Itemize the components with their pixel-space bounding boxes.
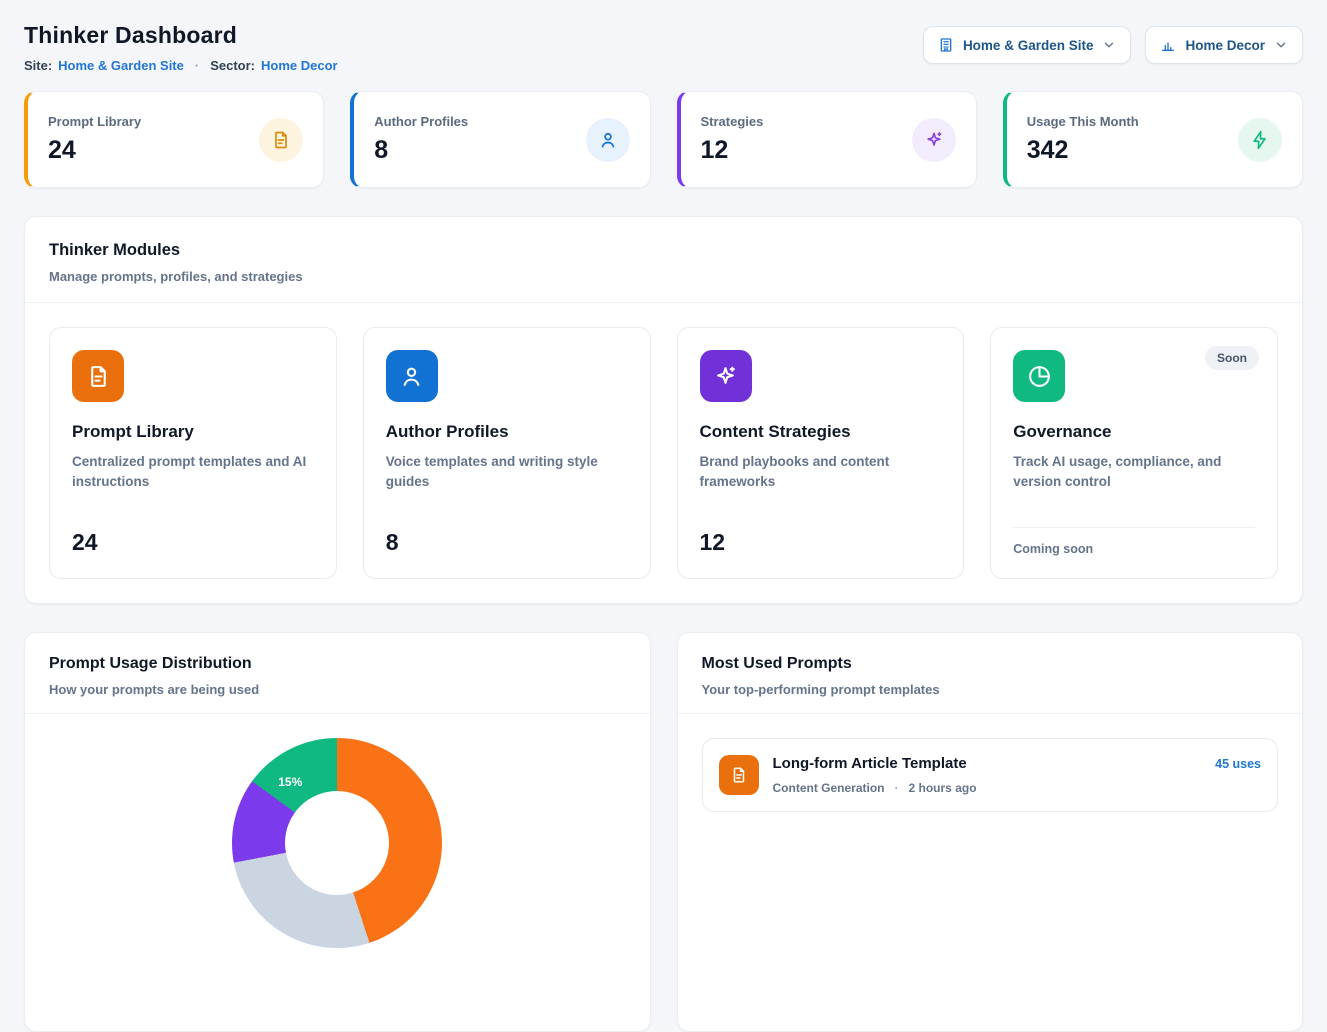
module-description: Track AI usage, compliance, and version …	[1013, 452, 1255, 493]
person-icon	[586, 118, 630, 162]
stat-card-prompt-library: Prompt Library 24	[24, 91, 324, 188]
stat-card-author-profiles: Author Profiles 8	[350, 91, 650, 188]
modules-header: Thinker Modules Manage prompts, profiles…	[25, 217, 1302, 302]
divider	[1013, 527, 1255, 528]
prompts-card-subtitle: Your top-performing prompt templates	[702, 682, 1279, 697]
module-description: Voice templates and writing style guides	[386, 452, 628, 493]
sector-label: Sector:	[210, 58, 255, 73]
bottom-row: Prompt Usage Distribution How your promp…	[24, 632, 1303, 1032]
header-controls: Home & Garden Site Home Decor	[923, 16, 1303, 64]
sector-selector-dropdown[interactable]: Home Decor	[1145, 26, 1303, 64]
stat-value: 8	[374, 136, 468, 165]
chart-area: 15%	[25, 714, 650, 948]
donut-chart: 15%	[232, 738, 442, 948]
modules-grid: Prompt Library Centralized prompt templa…	[25, 303, 1302, 603]
prompts-card-header: Most Used Prompts Your top-performing pr…	[678, 633, 1303, 713]
usage-card-title: Prompt Usage Distribution	[49, 655, 626, 673]
chevron-down-icon	[1274, 38, 1288, 52]
site-selector-dropdown[interactable]: Home & Garden Site	[923, 26, 1132, 64]
chevron-down-icon	[1102, 38, 1116, 52]
header: Thinker Dashboard Site: Home & Garden Si…	[24, 16, 1303, 73]
prompt-item-meta: Content Generation · 2 hours ago	[773, 781, 977, 795]
stats-row: Prompt Library 24 Author Profiles 8 Stra…	[24, 91, 1303, 188]
divider	[678, 713, 1303, 714]
sector-selector-label: Home Decor	[1185, 38, 1265, 53]
modules-title: Thinker Modules	[49, 241, 1278, 260]
stat-text: Author Profiles 8	[374, 114, 468, 165]
stat-value: 12	[701, 136, 764, 165]
module-description: Centralized prompt templates and AI inst…	[72, 452, 314, 493]
coming-soon-text: Coming soon	[1013, 542, 1255, 556]
module-title: Prompt Library	[72, 422, 314, 442]
stat-card-strategies: Strategies 12	[677, 91, 977, 188]
stat-label: Author Profiles	[374, 114, 468, 129]
title-block: Thinker Dashboard Site: Home & Garden Si…	[24, 16, 338, 73]
module-card-content-strategies[interactable]: Content Strategies Brand playbooks and c…	[677, 327, 965, 579]
person-icon	[386, 350, 438, 402]
module-count: 8	[386, 513, 628, 556]
lightning-icon	[1238, 118, 1282, 162]
modules-subtitle: Manage prompts, profiles, and strategies	[49, 269, 1278, 284]
module-card-prompt-library[interactable]: Prompt Library Centralized prompt templa…	[49, 327, 337, 579]
stat-text: Prompt Library 24	[48, 114, 141, 165]
dashboard-page: Thinker Dashboard Site: Home & Garden Si…	[0, 0, 1327, 1032]
module-count: 24	[72, 513, 314, 556]
pie-chart-icon	[1013, 350, 1065, 402]
document-icon	[259, 118, 303, 162]
site-label: Site:	[24, 58, 52, 73]
module-title: Content Strategies	[700, 422, 942, 442]
bar-chart-icon	[1160, 37, 1176, 53]
building-icon	[938, 37, 954, 53]
donut-segment-label: 15%	[278, 775, 302, 789]
document-icon	[719, 755, 759, 795]
donut-hole	[285, 791, 389, 895]
prompt-item-uses: 45 uses	[1215, 755, 1261, 771]
separator-dot: ·	[895, 781, 899, 795]
prompt-list-item[interactable]: Long-form Article Template Content Gener…	[702, 738, 1279, 812]
prompt-usage-card: Prompt Usage Distribution How your promp…	[24, 632, 651, 1032]
soon-badge: Soon	[1205, 346, 1259, 370]
most-used-prompts-card: Most Used Prompts Your top-performing pr…	[677, 632, 1304, 1032]
separator-dot: ·	[195, 58, 199, 73]
stat-text: Strategies 12	[701, 114, 764, 165]
thinker-modules-section: Thinker Modules Manage prompts, profiles…	[24, 216, 1303, 604]
site-link[interactable]: Home & Garden Site	[58, 58, 184, 73]
stat-value: 342	[1027, 136, 1139, 165]
stat-card-usage: Usage This Month 342	[1003, 91, 1303, 188]
module-card-author-profiles[interactable]: Author Profiles Voice templates and writ…	[363, 327, 651, 579]
stat-text: Usage This Month 342	[1027, 114, 1139, 165]
prompts-card-title: Most Used Prompts	[702, 655, 1279, 673]
module-description: Brand playbooks and content frameworks	[700, 452, 942, 493]
prompt-item-text: Long-form Article Template Content Gener…	[773, 755, 977, 795]
module-card-governance[interactable]: Soon Governance Track AI usage, complian…	[990, 327, 1278, 579]
sparkle-icon	[700, 350, 752, 402]
page-title: Thinker Dashboard	[24, 22, 338, 49]
module-count: 12	[700, 513, 942, 556]
module-title: Author Profiles	[386, 422, 628, 442]
document-icon	[72, 350, 124, 402]
prompt-item-title: Long-form Article Template	[773, 755, 977, 772]
breadcrumb: Site: Home & Garden Site · Sector: Home …	[24, 58, 338, 73]
stat-label: Usage This Month	[1027, 114, 1139, 129]
prompt-item-category: Content Generation	[773, 781, 885, 795]
sector-link[interactable]: Home Decor	[261, 58, 338, 73]
prompt-item-time: 2 hours ago	[909, 781, 977, 795]
stat-label: Prompt Library	[48, 114, 141, 129]
usage-card-header: Prompt Usage Distribution How your promp…	[25, 633, 650, 713]
module-title: Governance	[1013, 422, 1255, 442]
site-selector-label: Home & Garden Site	[963, 38, 1094, 53]
stat-label: Strategies	[701, 114, 764, 129]
stat-value: 24	[48, 136, 141, 165]
usage-card-subtitle: How your prompts are being used	[49, 682, 626, 697]
sparkle-icon	[912, 118, 956, 162]
